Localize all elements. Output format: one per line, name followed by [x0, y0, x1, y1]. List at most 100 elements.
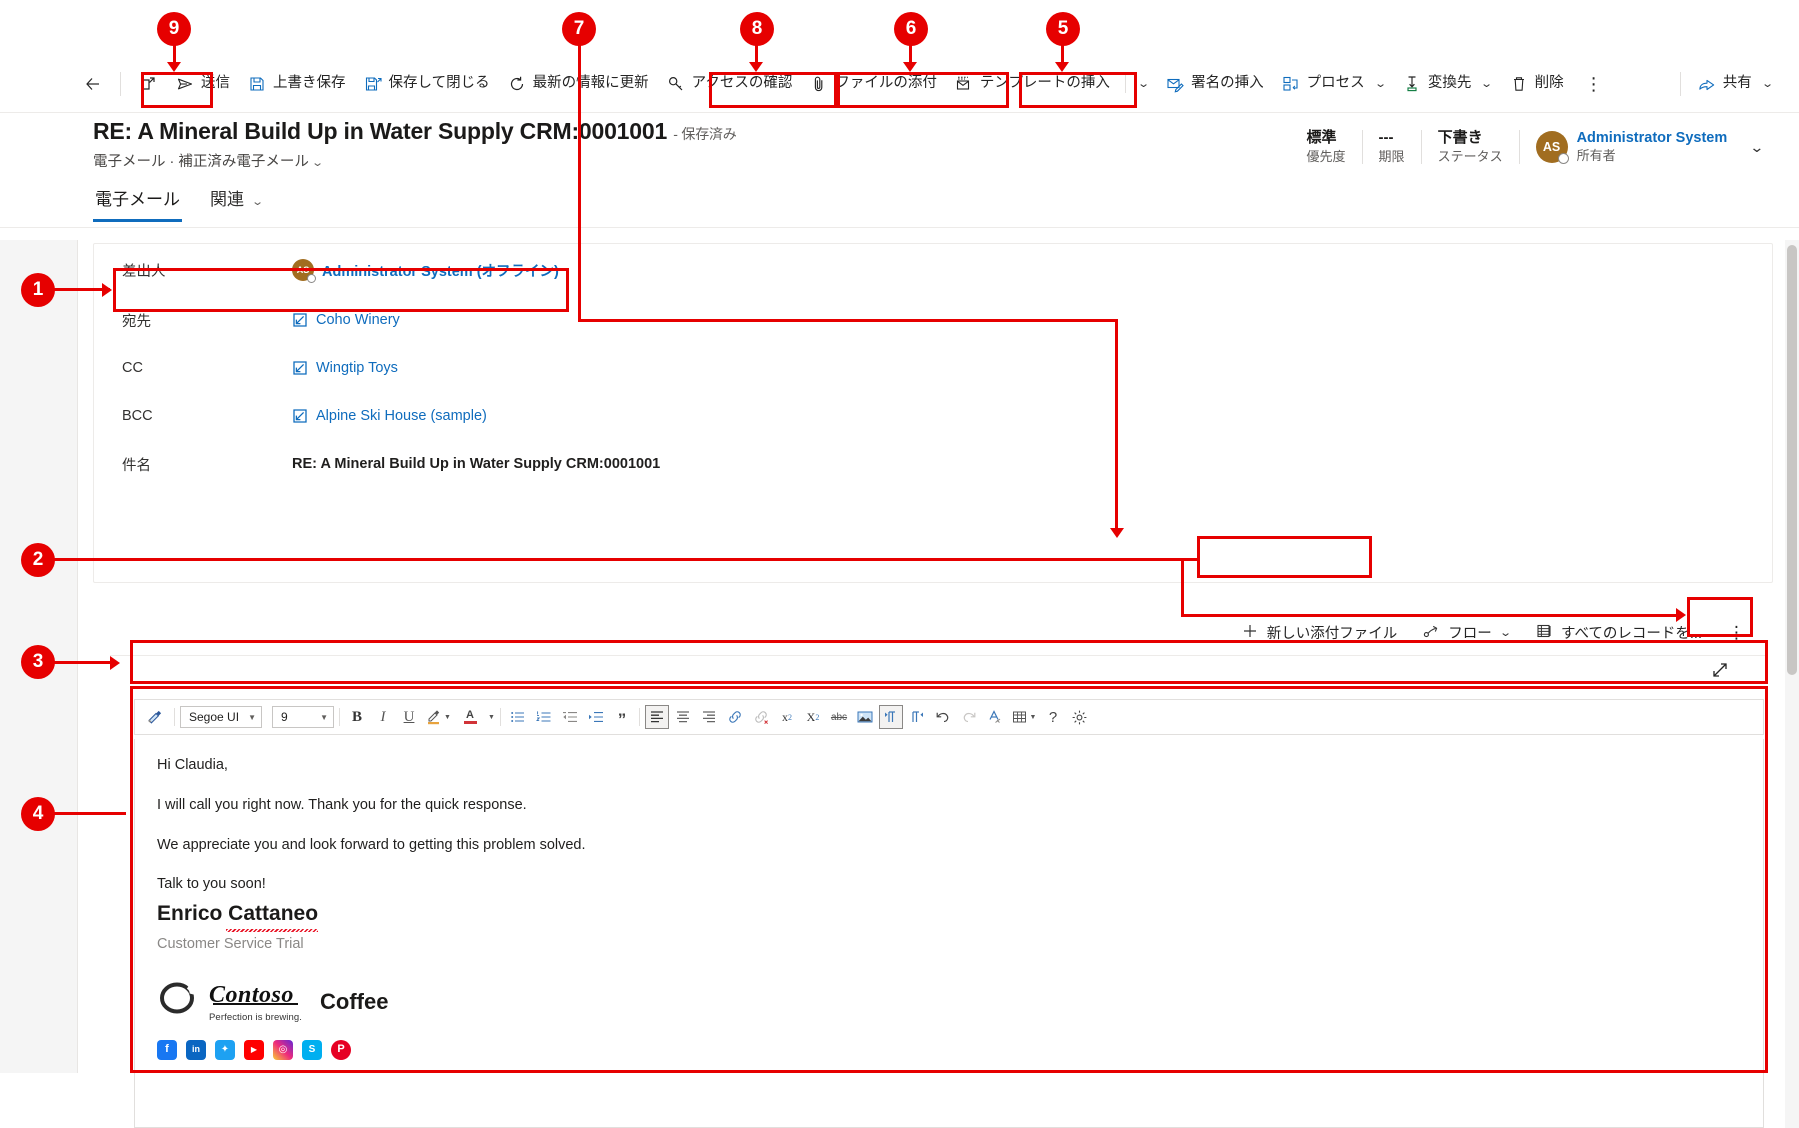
- tab-email[interactable]: 電子メール: [93, 181, 182, 222]
- unlink-icon[interactable]: [749, 705, 773, 729]
- bcc-value[interactable]: Alpine Ski House (sample): [292, 408, 487, 424]
- page-title: RE: A Mineral Build Up in Water Supply C…: [93, 118, 737, 145]
- flow-icon: [1423, 623, 1439, 643]
- save-button[interactable]: 上書き保存: [239, 65, 355, 103]
- check-access-button[interactable]: アクセスの確認: [658, 65, 802, 103]
- new-attachment-label: 新しい添付ファイル: [1266, 626, 1398, 642]
- blockquote-icon[interactable]: ”: [610, 705, 634, 729]
- to-value[interactable]: Coho Winery: [292, 312, 400, 328]
- italic-icon[interactable]: I: [371, 705, 395, 729]
- insert-signature-button[interactable]: 署名の挿入: [1157, 65, 1273, 103]
- save-and-close-button[interactable]: 保存して閉じる: [355, 65, 499, 103]
- trash-icon: [1510, 75, 1528, 93]
- facebook-icon[interactable]: f: [157, 1039, 177, 1060]
- attachment-overflow-button[interactable]: ⋮: [1716, 623, 1757, 643]
- header-field-owner[interactable]: AS Administrator System 所有者: [1520, 130, 1738, 164]
- convert-to-label: 変換先: [1427, 75, 1472, 92]
- tab-related[interactable]: 関連 ⌄: [208, 181, 264, 222]
- insert-template-button[interactable]: テンプレートの挿入 ⌄: [946, 65, 1157, 103]
- share-button[interactable]: 共有 ⌄: [1689, 65, 1781, 103]
- subscript-icon[interactable]: X2: [801, 705, 825, 729]
- instagram-icon[interactable]: ◎: [273, 1039, 293, 1060]
- chevron-down-icon[interactable]: ⌄: [1499, 626, 1512, 639]
- page-scrollbar-thumb[interactable]: [1787, 245, 1797, 675]
- attach-file-button[interactable]: ファイルの添付: [801, 65, 946, 103]
- align-left-icon[interactable]: [645, 705, 669, 729]
- body-paragraph: We appreciate you and look forward to ge…: [157, 836, 586, 853]
- align-center-icon[interactable]: [671, 705, 695, 729]
- font-color-icon[interactable]: A: [455, 705, 485, 729]
- gear-icon[interactable]: [1067, 705, 1091, 729]
- bulleted-list-icon[interactable]: [506, 705, 530, 729]
- email-body-editor[interactable]: Hi Claudia, I will call you right now. T…: [134, 739, 1764, 1128]
- header-field-priority[interactable]: 標準 優先度: [1291, 128, 1362, 166]
- chevron-down-icon[interactable]: ⌄: [311, 156, 324, 169]
- divider: [500, 708, 501, 726]
- link-icon[interactable]: [723, 705, 747, 729]
- linkedin-icon[interactable]: in: [186, 1039, 206, 1060]
- font-color-chevron-down-icon[interactable]: ▼: [487, 705, 495, 729]
- undo-icon[interactable]: [931, 705, 955, 729]
- chevron-down-icon[interactable]: ⌄: [1761, 77, 1774, 90]
- increase-indent-icon[interactable]: [584, 705, 608, 729]
- insert-template-label: テンプレートの挿入: [979, 75, 1110, 92]
- run-report-button[interactable]: すべてのレコードを...: [1524, 616, 1714, 650]
- bold-icon[interactable]: B: [345, 705, 369, 729]
- command-overflow-button[interactable]: ⋮: [1573, 75, 1615, 93]
- strikethrough-icon[interactable]: abc: [827, 705, 851, 729]
- chevron-down-icon: ▼: [248, 712, 256, 722]
- format-painter-icon[interactable]: [141, 705, 169, 729]
- delete-button[interactable]: 削除: [1501, 65, 1573, 103]
- skype-icon[interactable]: S: [302, 1039, 322, 1060]
- form-name[interactable]: 補正済み電子メール: [178, 154, 309, 170]
- cc-party-link[interactable]: Wingtip Toys: [316, 360, 398, 376]
- convert-to-button[interactable]: 変換先 ⌄: [1394, 65, 1501, 103]
- twitter-icon[interactable]: ✦: [215, 1039, 235, 1060]
- header-expand-chevron-down-icon[interactable]: ⌄: [1731, 139, 1783, 156]
- back-button[interactable]: [74, 65, 112, 103]
- from-value[interactable]: AS Administrator System (オフライン): [292, 259, 559, 283]
- from-party-link[interactable]: Administrator System (オフライン): [322, 260, 559, 281]
- chevron-down-icon[interactable]: ⌄: [1374, 77, 1387, 90]
- header-field-status[interactable]: 下書き ステータス: [1422, 128, 1519, 166]
- refresh-button[interactable]: 最新の情報に更新: [499, 65, 658, 103]
- underline-icon[interactable]: U: [397, 705, 421, 729]
- subject-input[interactable]: RE: A Mineral Build Up in Water Supply C…: [292, 456, 660, 472]
- new-attachment-button[interactable]: 新しい添付ファイル: [1230, 616, 1410, 650]
- owner-name[interactable]: Administrator System: [1577, 130, 1728, 147]
- subject-value[interactable]: RE: A Mineral Build Up in Water Supply C…: [292, 456, 660, 472]
- contoso-logo: Contoso Perfection is brewing. Coffee: [157, 977, 1741, 1025]
- avatar: AS: [1535, 131, 1569, 164]
- left-rail: [0, 240, 78, 1073]
- bcc-party-link[interactable]: Alpine Ski House (sample): [316, 408, 487, 424]
- header-field-due-date[interactable]: --- 期限: [1363, 128, 1421, 166]
- decrease-indent-icon[interactable]: [558, 705, 582, 729]
- expand-editor-button[interactable]: [1692, 655, 1748, 689]
- help-icon[interactable]: ?: [1041, 705, 1065, 729]
- chevron-down-icon[interactable]: ⌄: [1481, 77, 1494, 90]
- numbered-list-icon[interactable]: [532, 705, 556, 729]
- send-button[interactable]: 送信: [167, 65, 239, 103]
- left-to-right-icon[interactable]: [879, 705, 903, 729]
- table-icon[interactable]: ▼: [1009, 705, 1039, 729]
- clear-formatting-icon[interactable]: [983, 705, 1007, 729]
- align-right-icon[interactable]: [697, 705, 721, 729]
- process-button[interactable]: プロセス ⌄: [1273, 65, 1394, 103]
- popout-button[interactable]: [129, 65, 167, 103]
- to-party-link[interactable]: Coho Winery: [316, 312, 400, 328]
- redo-icon[interactable]: [957, 705, 981, 729]
- cc-value[interactable]: Wingtip Toys: [292, 360, 398, 376]
- superscript-icon[interactable]: x2: [775, 705, 799, 729]
- image-icon[interactable]: [853, 705, 877, 729]
- pinterest-icon[interactable]: P: [331, 1039, 351, 1060]
- delete-label: 削除: [1534, 75, 1564, 92]
- page-scrollbar-track[interactable]: [1785, 240, 1799, 1128]
- font-family-select[interactable]: Segoe UI ▼: [180, 706, 262, 728]
- right-to-left-icon[interactable]: [905, 705, 929, 729]
- flow-button[interactable]: フロー ⌄: [1411, 616, 1522, 650]
- font-size-select[interactable]: 9 ▼: [272, 706, 334, 728]
- social-links: f in ✦ ▶ ◎ S P: [157, 1039, 1741, 1060]
- highlight-icon[interactable]: ▼: [423, 705, 453, 729]
- chevron-down-icon[interactable]: ⌄: [1137, 77, 1150, 90]
- youtube-icon[interactable]: ▶: [244, 1039, 264, 1060]
